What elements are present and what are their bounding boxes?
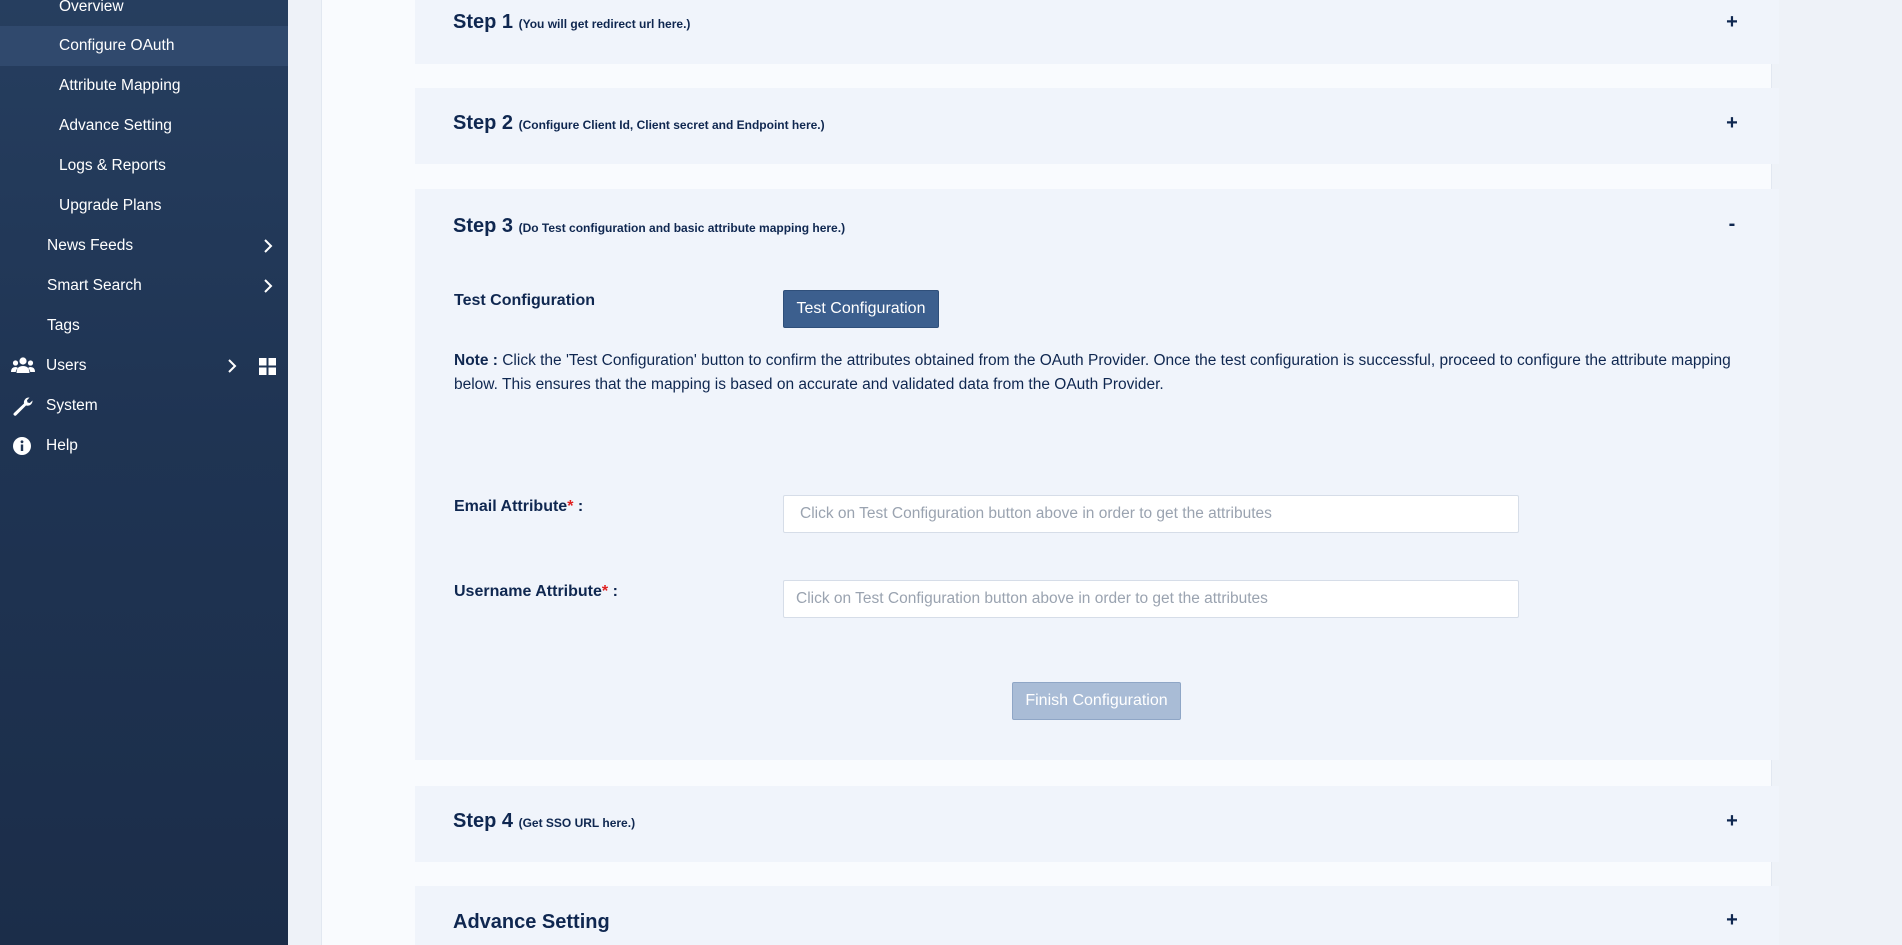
sidebar-item-label: News Feeds bbox=[47, 237, 134, 254]
email-attribute-input[interactable] bbox=[783, 495, 1519, 533]
step-title: Advance Setting bbox=[453, 911, 610, 933]
step-subtitle: (Get SSO URL here.) bbox=[518, 816, 636, 830]
advance-setting-card[interactable]: Advance Setting + bbox=[415, 886, 1779, 945]
sidebar-item-label: Attribute Mapping bbox=[59, 77, 181, 94]
sidebar-item-label: Help bbox=[46, 437, 78, 454]
info-icon bbox=[13, 437, 31, 455]
step-title: Step 3 bbox=[453, 215, 514, 237]
step-1-header[interactable]: Step 1 (You will get redirect url here.) bbox=[453, 11, 690, 34]
sidebar: Overview Configure OAuth Attribute Mappi… bbox=[0, 0, 288, 945]
label-colon: : bbox=[608, 583, 618, 600]
step-3-card: Step 3 (Do Test configuration and basic … bbox=[415, 189, 1779, 760]
step-subtitle: (You will get redirect url here.) bbox=[518, 17, 691, 31]
sidebar-item-logs-reports[interactable]: Logs & Reports bbox=[0, 146, 288, 186]
sidebar-item-attribute-mapping[interactable]: Attribute Mapping bbox=[0, 66, 288, 106]
sidebar-item-upgrade-plans[interactable]: Upgrade Plans bbox=[0, 186, 288, 226]
sidebar-item-tags[interactable]: Tags bbox=[0, 306, 288, 346]
advance-setting-header[interactable]: Advance Setting bbox=[453, 911, 610, 934]
expand-icon[interactable]: + bbox=[1723, 112, 1741, 135]
sidebar-item-users[interactable]: Users bbox=[0, 346, 288, 386]
step-title: Step 1 bbox=[453, 11, 514, 33]
step-2-header[interactable]: Step 2 (Configure Client Id, Client secr… bbox=[453, 112, 825, 135]
username-attribute-input[interactable] bbox=[783, 580, 1519, 618]
email-attribute-text: Email Attribute bbox=[454, 498, 568, 515]
step-4-header[interactable]: Step 4 (Get SSO URL here.) bbox=[453, 810, 635, 833]
sidebar-item-overview[interactable]: Overview bbox=[0, 0, 288, 27]
sidebar-item-label: Overview bbox=[59, 0, 124, 15]
step-subtitle: (Configure Client Id, Client secret and … bbox=[518, 118, 825, 132]
sidebar-item-advance-setting[interactable]: Advance Setting bbox=[0, 106, 288, 146]
step-subtitle: (Do Test configuration and basic attribu… bbox=[518, 221, 846, 235]
test-configuration-label: Test Configuration bbox=[454, 292, 596, 309]
step-3-header[interactable]: Step 3 (Do Test configuration and basic … bbox=[453, 215, 845, 238]
step-1-card[interactable]: Step 1 (You will get redirect url here.)… bbox=[415, 0, 1779, 64]
sidebar-item-system[interactable]: System bbox=[0, 386, 288, 426]
step-title: Step 4 bbox=[453, 810, 514, 832]
sidebar-item-smart-search[interactable]: Smart Search bbox=[0, 266, 288, 306]
wrench-icon bbox=[13, 397, 33, 416]
step-4-card[interactable]: Step 4 (Get SSO URL here.) + bbox=[415, 786, 1779, 862]
sidebar-item-help[interactable]: Help bbox=[0, 426, 288, 466]
sidebar-item-configure-oauth[interactable]: Configure OAuth bbox=[0, 26, 288, 66]
sidebar-item-label: System bbox=[46, 397, 98, 414]
expand-icon[interactable]: + bbox=[1723, 11, 1741, 34]
sidebar-item-label: Tags bbox=[47, 317, 80, 334]
chevron-right-icon[interactable] bbox=[224, 358, 240, 374]
chevron-right-icon[interactable] bbox=[260, 278, 276, 294]
step-2-card[interactable]: Step 2 (Configure Client Id, Client secr… bbox=[415, 88, 1779, 164]
collapse-icon[interactable]: - bbox=[1723, 213, 1741, 236]
note-text: Note : Click the 'Test Configuration' bu… bbox=[454, 349, 1744, 397]
chevron-right-icon[interactable] bbox=[260, 238, 276, 254]
sidebar-item-news-feeds[interactable]: News Feeds bbox=[0, 226, 288, 266]
sidebar-item-label: Logs & Reports bbox=[59, 157, 166, 174]
note-body: Click the 'Test Configuration' button to… bbox=[454, 352, 1731, 393]
label-colon: : bbox=[573, 498, 584, 515]
email-attribute-label: Email Attribute* : bbox=[454, 498, 583, 516]
sidebar-item-label: Smart Search bbox=[47, 277, 142, 294]
note-label: Note : bbox=[454, 352, 498, 369]
finish-configuration-button[interactable]: Finish Configuration bbox=[1012, 682, 1181, 720]
expand-icon[interactable]: + bbox=[1723, 810, 1741, 833]
sidebar-item-label: Advance Setting bbox=[59, 117, 172, 134]
sidebar-item-label: Users bbox=[46, 357, 87, 374]
step-title: Step 2 bbox=[453, 112, 514, 134]
username-attribute-label: Username Attribute* : bbox=[454, 583, 618, 601]
test-configuration-button[interactable]: Test Configuration bbox=[783, 290, 939, 328]
sidebar-item-label: Configure OAuth bbox=[59, 37, 175, 54]
expand-icon[interactable]: + bbox=[1723, 909, 1741, 932]
sidebar-item-label: Upgrade Plans bbox=[59, 197, 162, 214]
username-attribute-text: Username Attribute bbox=[454, 583, 602, 600]
dashboard-grid-icon[interactable] bbox=[259, 358, 276, 375]
users-icon bbox=[11, 357, 35, 373]
